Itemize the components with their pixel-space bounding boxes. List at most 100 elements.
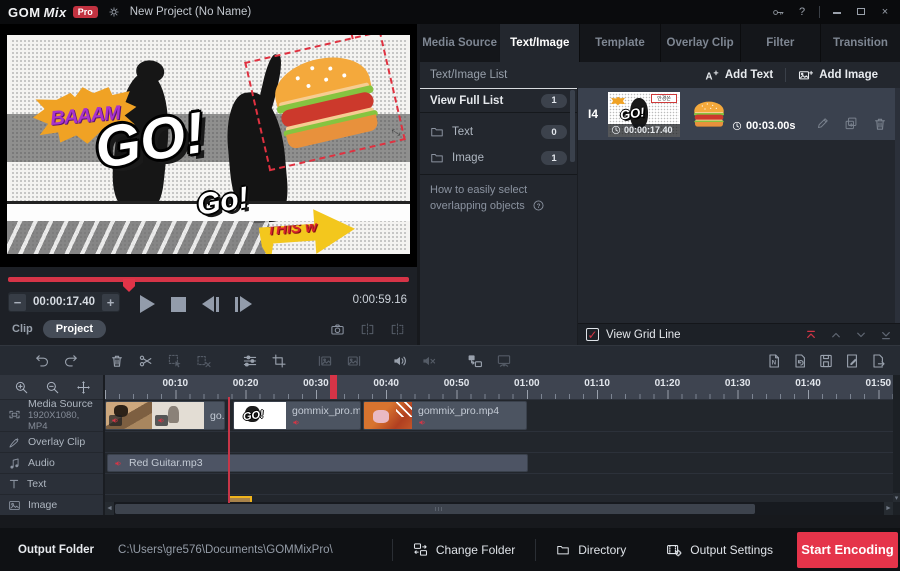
seek-handle[interactable] — [123, 279, 135, 292]
count-badge: 1 — [541, 151, 567, 165]
minimize-button[interactable] — [830, 6, 844, 18]
tab-filter[interactable]: Filter — [740, 24, 820, 62]
tab-overlay-clip[interactable]: Overlay Clip — [660, 24, 740, 62]
zoom-in-icon[interactable] — [14, 380, 29, 395]
track-lanes[interactable]: go... gommix_pro.mp4 gommix_pro.mp4 Red … — [105, 399, 893, 502]
media-track[interactable]: go... gommix_pro.mp4 gommix_pro.mp4 — [105, 399, 893, 431]
move-to-track-icon[interactable] — [467, 353, 483, 369]
project-title: New Project (No Name) — [130, 6, 251, 18]
resize-handle[interactable]: ⤡ — [391, 127, 401, 140]
maximize-button[interactable] — [854, 6, 868, 18]
filter-text[interactable]: Text 0 — [420, 120, 577, 144]
scroll-left-arrow[interactable]: ◄ — [105, 502, 114, 515]
change-folder-button[interactable]: Change Folder — [393, 528, 535, 571]
horizontal-scrollbar[interactable]: ◄ ► — [105, 502, 893, 515]
move-to-top-icon[interactable] — [805, 329, 817, 341]
next-frame-button[interactable] — [235, 296, 252, 312]
select-area-icon[interactable] — [167, 353, 183, 369]
media-clip-3[interactable]: gommix_pro.mp4 — [363, 401, 527, 430]
move-to-bottom-icon[interactable] — [880, 329, 892, 341]
scroll-down-arrow[interactable]: ▾ — [893, 493, 900, 502]
split-delete-icon[interactable] — [196, 353, 212, 369]
count-badge: 0 — [541, 125, 567, 139]
playhead-line[interactable] — [228, 397, 230, 503]
view-grid-line-checkbox[interactable]: ✓ — [586, 328, 599, 341]
text-track[interactable] — [105, 473, 893, 494]
redo-icon[interactable] — [63, 353, 79, 369]
start-encoding-button[interactable]: Start Encoding — [797, 532, 898, 568]
mirror-horizontal-icon[interactable] — [360, 322, 375, 337]
decrease-time-button[interactable]: − — [9, 294, 26, 311]
overlay-clip-track[interactable] — [105, 431, 893, 452]
filter-view-full-list[interactable]: View Full List 1 — [420, 88, 577, 112]
filter-list-scrollbar[interactable] — [570, 90, 575, 162]
item-row-i4[interactable]: I4 안경쓴 GO! 00:00:17.40 00:03.00s — [578, 88, 900, 140]
clip-mode-tab[interactable]: Clip — [12, 323, 33, 335]
close-button[interactable]: × — [878, 6, 892, 18]
zoom-out-icon[interactable] — [45, 380, 60, 395]
insert-image-right-icon[interactable] — [346, 353, 362, 369]
cut-icon[interactable] — [138, 353, 154, 369]
playhead-marker[interactable] — [330, 375, 337, 399]
audio-track[interactable]: Red Guitar.mp3 — [105, 452, 893, 473]
tab-media-source[interactable]: Media Source — [420, 24, 499, 62]
delete-icon[interactable] — [109, 353, 125, 369]
increase-time-button[interactable]: + — [102, 294, 119, 311]
item-frame-thumbnail[interactable]: 안경쓴 GO! 00:00:17.40 — [608, 92, 680, 137]
add-text-button[interactable]: AAdd Text — [692, 68, 785, 83]
track-label-overlay-clip[interactable]: Overlay Clip — [0, 431, 103, 452]
settings-gear-icon[interactable] — [108, 6, 120, 18]
audio-clip[interactable]: Red Guitar.mp3 — [107, 454, 528, 472]
vertical-scrollbar[interactable]: ▾ — [893, 375, 900, 515]
undo-icon[interactable] — [34, 353, 50, 369]
video-preview[interactable]: BAAAM GO! Go! THIS w ⤡ — [0, 24, 417, 267]
item-list-scrollbar[interactable] — [895, 88, 900, 323]
adjust-icon[interactable] — [242, 353, 258, 369]
tab-text-image[interactable]: Text/Image — [499, 24, 579, 62]
mute-icon[interactable] — [421, 353, 437, 369]
scrollbar-thumb[interactable] — [115, 504, 755, 514]
move-up-icon[interactable] — [830, 329, 842, 341]
item-burger-thumbnail[interactable] — [692, 100, 726, 128]
directory-button[interactable]: Directory — [536, 528, 646, 571]
mirror-vertical-icon[interactable] — [390, 322, 405, 337]
insert-image-left-icon[interactable] — [317, 353, 333, 369]
track-label-image[interactable]: Image — [0, 494, 103, 515]
play-button[interactable] — [140, 295, 155, 313]
scroll-right-arrow[interactable]: ► — [884, 502, 893, 515]
edit-project-icon[interactable] — [844, 353, 860, 369]
license-key-icon[interactable] — [772, 6, 785, 19]
edit-item-icon[interactable] — [816, 116, 830, 132]
volume-icon[interactable] — [392, 353, 408, 369]
question-icon[interactable]: ? — [532, 199, 545, 212]
open-project-icon[interactable] — [792, 353, 808, 369]
new-project-icon[interactable]: N — [766, 353, 782, 369]
output-settings-button[interactable]: Output Settings — [646, 528, 793, 571]
move-down-icon[interactable] — [855, 329, 867, 341]
save-project-icon[interactable] — [818, 353, 834, 369]
pan-icon[interactable] — [76, 380, 91, 395]
delete-item-icon[interactable] — [872, 116, 888, 132]
help-text[interactable]: How to easily select overlapping objects… — [430, 182, 545, 214]
previous-frame-button[interactable] — [202, 296, 219, 312]
media-clip-2[interactable]: gommix_pro.mp4 — [233, 401, 361, 430]
export-project-icon[interactable] — [870, 353, 886, 369]
snapshot-camera-icon[interactable] — [330, 322, 345, 337]
tab-template[interactable]: Template — [579, 24, 659, 62]
help-icon[interactable]: ? — [795, 6, 809, 18]
duplicate-item-icon[interactable] — [844, 116, 858, 132]
tab-transition[interactable]: Transition — [820, 24, 900, 62]
crop-icon[interactable] — [271, 353, 287, 369]
add-image-button[interactable]: Add Image — [786, 68, 890, 83]
track-label-audio[interactable]: Audio — [0, 452, 103, 473]
project-mode-tab[interactable]: Project — [43, 320, 106, 338]
track-label-text[interactable]: Text — [0, 473, 103, 494]
track-label-media-source[interactable]: Media Source1920X1080, MP4 — [0, 399, 103, 431]
stop-button[interactable] — [171, 297, 186, 312]
seek-bar[interactable] — [8, 277, 409, 282]
time-ruler[interactable]: 00:1000:2000:3000:4000:5001:0001:1001:20… — [105, 375, 893, 399]
media-clip-1[interactable]: go... — [105, 401, 225, 430]
clip-visibility-icon[interactable] — [496, 353, 512, 369]
filter-image[interactable]: Image 1 — [420, 146, 577, 170]
ruler-label: 01:10 — [584, 378, 610, 389]
